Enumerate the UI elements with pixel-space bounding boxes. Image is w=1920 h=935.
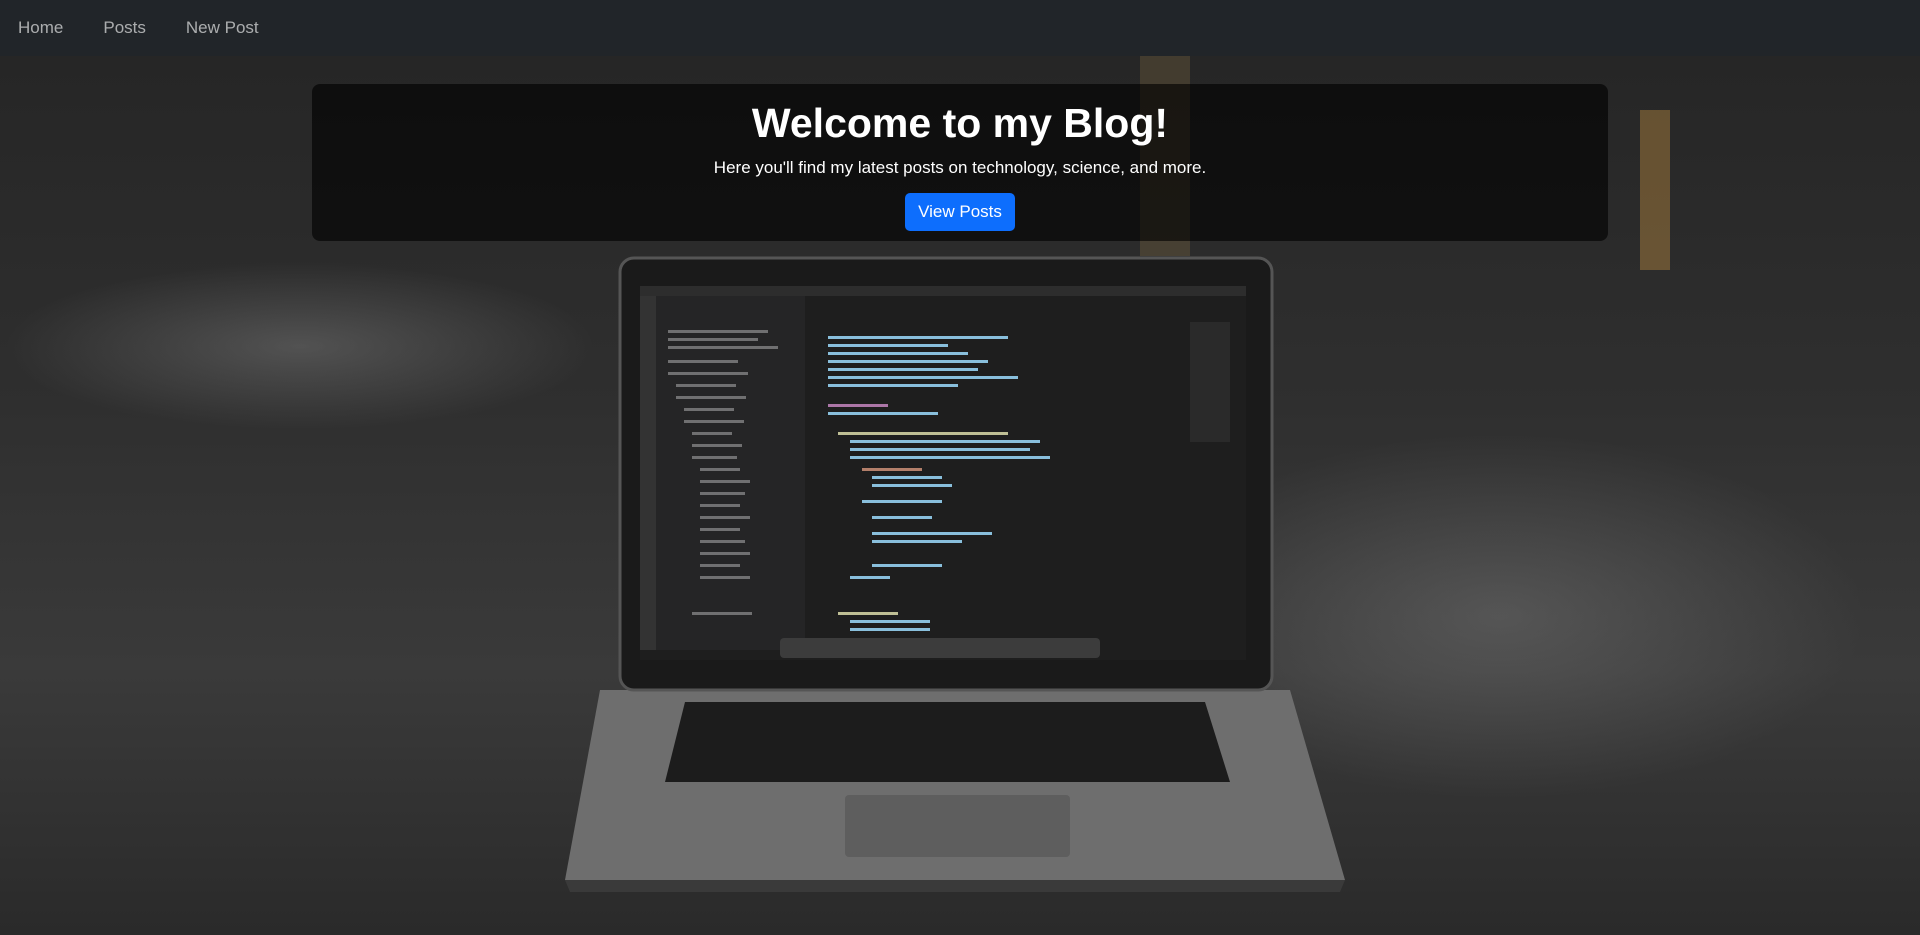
hero-subtitle: Here you'll find my latest posts on tech…	[713, 158, 1207, 177]
hero-title: Welcome to my Blog!	[751, 100, 1169, 146]
hero-banner: Welcome to my Blog! Here you'll find my …	[312, 84, 1608, 241]
nav-link-home[interactable]: Home	[18, 18, 63, 38]
navbar: Home Posts New Post	[0, 0, 1920, 56]
view-posts-button[interactable]: View Posts	[905, 193, 1015, 231]
nav-link-new-post[interactable]: New Post	[186, 18, 259, 38]
nav-link-posts[interactable]: Posts	[103, 18, 146, 38]
